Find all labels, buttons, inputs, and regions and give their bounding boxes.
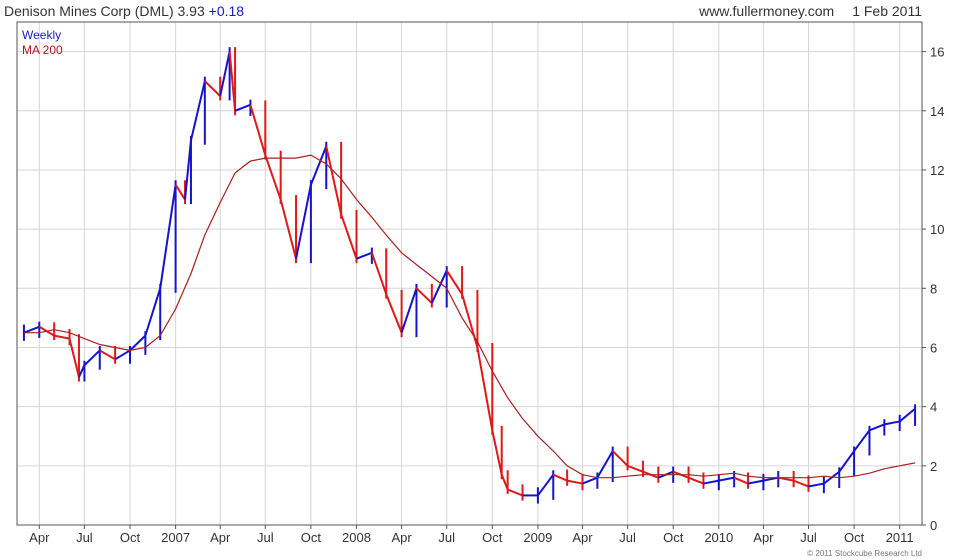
- copyright-note: © 2011 Stockcube Research Ltd: [807, 549, 922, 558]
- y-tick-label: 8: [930, 281, 937, 296]
- x-tick-label: Oct: [663, 530, 684, 545]
- x-tick-label: Jul: [438, 530, 455, 545]
- x-tick-label: Jul: [257, 530, 274, 545]
- x-tick-label: Apr: [391, 530, 412, 545]
- x-tick-label: Apr: [210, 530, 231, 545]
- y-tick-label: 16: [930, 45, 944, 60]
- x-tick-label: Oct: [482, 530, 503, 545]
- x-tick-label: Oct: [844, 530, 865, 545]
- price-chart: Apr Jul Oct 2007 Apr Jul Oct 2008 Apr Jul Oct 2009 A…: [0, 0, 980, 560]
- price-change: +0.18: [208, 3, 245, 19]
- y-tick-label: 10: [930, 222, 944, 237]
- x-tick-label: Jul: [76, 530, 93, 545]
- x-tick-label: Apr: [29, 530, 50, 545]
- header-right: www.fullermoney.com 1 Feb 2011: [699, 0, 922, 22]
- chart-title: Denison Mines Corp (DML) 3.93 +0.18: [4, 0, 244, 22]
- y-tick-label: 4: [930, 400, 937, 415]
- ticker-title: Denison Mines Corp (DML) 3.93: [4, 3, 205, 19]
- x-tick-label: Apr: [753, 530, 774, 545]
- x-tick-label: 2007: [161, 530, 190, 545]
- x-tick-label: 2011: [886, 530, 914, 545]
- x-tick-label: 2008: [342, 530, 371, 545]
- legend-ma200: MA 200: [22, 43, 63, 57]
- x-tick-label: 2010: [704, 530, 733, 545]
- x-tick-label: Apr: [572, 530, 593, 545]
- website-label: www.fullermoney.com: [699, 3, 835, 19]
- x-tick-label: Jul: [800, 530, 817, 545]
- x-tick-label: Oct: [301, 530, 322, 545]
- y-tick-label: 12: [930, 163, 944, 178]
- legend-weekly: Weekly: [22, 28, 62, 42]
- chart-date: 1 Feb 2011: [852, 3, 922, 19]
- x-tick-label: Oct: [120, 530, 141, 545]
- y-tick-label: 6: [930, 340, 937, 355]
- y-tick-label: 14: [930, 104, 944, 119]
- y-tick-label: 2: [930, 459, 937, 474]
- x-tick-label: Jul: [619, 530, 636, 545]
- x-tick-label: 2009: [523, 530, 552, 545]
- y-tick-label: 0: [930, 518, 937, 533]
